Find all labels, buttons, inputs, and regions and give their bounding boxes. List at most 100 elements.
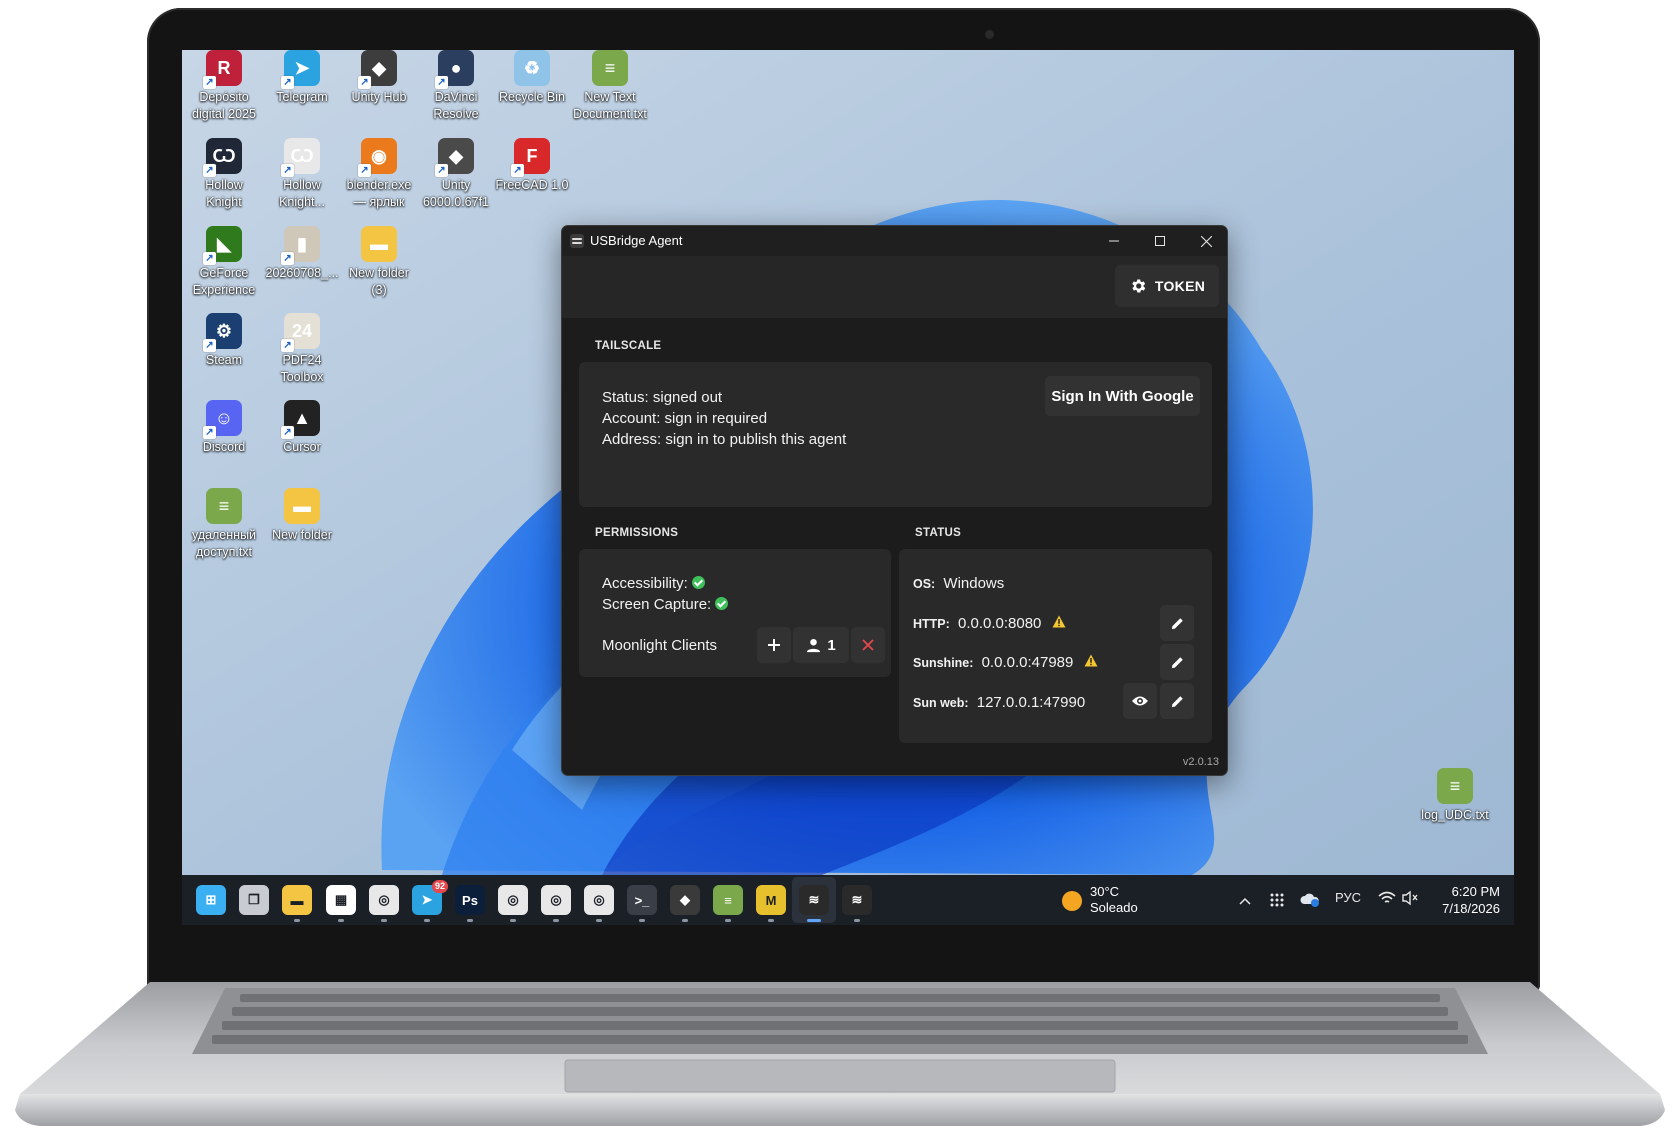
usbridge-icon[interactable]: ≋ <box>842 885 872 915</box>
clock-time: 6:20 PM <box>1451 884 1500 899</box>
warning-icon <box>1052 613 1066 634</box>
permissions-card: Accessibility: Screen Capture: Moonlight… <box>579 549 891 677</box>
desktop-icon[interactable]: ◉ ↗ blender.exe — ярлык <box>339 138 419 211</box>
desktop-icon[interactable]: Ѡ ↗ Hollow Knight <box>184 138 264 211</box>
chrome-icon[interactable]: ◎ <box>498 885 528 915</box>
clients-count-button[interactable]: 1 <box>793 627 849 663</box>
desktop-icon[interactable]: ➤ ↗ Telegram <box>262 50 342 106</box>
close-button[interactable] <box>1183 226 1227 256</box>
desktop-icon[interactable]: ▬ New folder <box>262 488 342 544</box>
desktop-icon[interactable]: ● ↗ DaVinci Resolve <box>416 50 496 123</box>
terminal-icon[interactable]: >_ <box>627 885 657 915</box>
windows-start-icon[interactable]: ⊞ <box>196 885 226 915</box>
edit-http-button[interactable] <box>1160 605 1194 641</box>
minimize-button[interactable] <box>1091 226 1137 256</box>
laptop-photo: R ↗ Depósito digital 2025 ➤ ↗ Telegram ◆ ↗ Unity… <box>0 0 1677 1136</box>
add-client-button[interactable] <box>757 627 791 663</box>
desktop-icon[interactable]: R ↗ Depósito digital 2025 <box>184 50 264 123</box>
clock[interactable]: 6:20 PM 7/18/2026 <box>1430 883 1500 917</box>
telegram-icon[interactable]: ➤ 92 <box>412 880 448 915</box>
status-heading: STATUS <box>915 527 962 539</box>
token-button[interactable]: TOKEN <box>1115 265 1219 307</box>
edit-sunshine-button[interactable] <box>1160 644 1194 680</box>
desktop-icon[interactable]: ◆ ↗ Unity Hub <box>339 50 419 106</box>
desktop-icon[interactable]: ♻ Recycle Bin <box>492 50 572 106</box>
chevron-up-icon[interactable] <box>1239 893 1251 905</box>
desktop-icon[interactable]: ≡ удаленный доступ.txt <box>184 488 264 561</box>
desktop-icon[interactable]: ⚙ ↗ Steam <box>184 313 264 369</box>
running-indicator <box>424 919 430 922</box>
desktop-icon-label: New folder (3) <box>349 266 409 297</box>
desktop-icon-label: log_UDC.txt <box>1421 808 1489 822</box>
check-circle-icon <box>715 597 729 610</box>
shortcut-arrow-icon: ↗ <box>281 252 294 265</box>
cursor-icon: ▲ ↗ <box>281 400 320 439</box>
weather-temp: 30°C <box>1090 884 1120 899</box>
unity-hub-icon: ◆ ↗ <box>358 50 397 89</box>
desktop-icon-label: Unity Hub <box>351 90 407 104</box>
task-view-icon[interactable]: ❐ <box>239 885 269 915</box>
sunweb-label: Sun web: <box>913 696 969 710</box>
desktop-icon[interactable]: ◆ ↗ Unity 6000.0.67f1 <box>416 138 496 211</box>
token-button-label: TOKEN <box>1154 278 1206 294</box>
edit-sunweb-button[interactable] <box>1160 683 1194 719</box>
mojito-icon[interactable]: M <box>756 885 786 915</box>
sign-in-google-button[interactable]: Sign In With Google <box>1045 376 1200 416</box>
desktop-icon[interactable]: ▬ New folder (3) <box>339 226 419 299</box>
pdf24-icon: 24 ↗ <box>281 313 320 352</box>
shortcut-arrow-icon: ↗ <box>281 76 294 89</box>
running-indicator <box>510 919 516 922</box>
clients-count: 1 <box>827 636 836 654</box>
shortcut-arrow-icon: ↗ <box>511 164 524 177</box>
sunshine-label: Sunshine: <box>913 656 974 670</box>
desktop-icon[interactable]: Ѡ ↗ Hollow Knight... <box>262 138 342 211</box>
telegram-icon: ➤ ↗ <box>281 50 320 89</box>
running-indicator <box>467 919 473 922</box>
usbridge-icon[interactable]: ≋ <box>799 885 829 915</box>
view-sunweb-button[interactable] <box>1123 683 1157 719</box>
microsoft-store-icon[interactable]: ▦ <box>326 885 356 915</box>
desktop-icon-label: GeForce Experience <box>192 266 256 297</box>
chrome-icon[interactable]: ◎ <box>584 885 614 915</box>
title-bar[interactable]: USBridge Agent <box>562 226 1227 256</box>
desktop-icon[interactable]: ≡ New Text Document.txt <box>570 50 650 123</box>
wifi-icon[interactable] <box>1378 890 1396 906</box>
desktop-icon[interactable]: ≡ log_UDC.txt <box>1415 768 1495 824</box>
desktop-icon-label: Depósito digital 2025 <box>192 90 256 121</box>
chrome-icon[interactable]: ◎ <box>541 885 571 915</box>
desktop-icon[interactable]: 24 ↗ PDF24 Toolbox <box>262 313 342 386</box>
deposito-icon: R ↗ <box>203 50 242 89</box>
chrome-icon[interactable]: ◎ <box>369 885 399 915</box>
desktop-icon[interactable]: ◣ ↗ GeForce Experience <box>184 226 264 299</box>
desktop-icon[interactable]: ▮ ↗ 20260708_... <box>262 226 342 282</box>
shortcut-arrow-icon: ↗ <box>203 252 216 265</box>
clock-date: 7/18/2026 <box>1442 901 1500 916</box>
weather-widget[interactable]: 30°C Soleado <box>1062 883 1172 917</box>
desktop-icon-label: Telegram <box>276 90 328 104</box>
desktop-icon[interactable]: ☺ ↗ Discord <box>184 400 264 456</box>
onedrive-icon[interactable] <box>1300 891 1320 907</box>
running-indicator <box>596 919 602 922</box>
file-explorer-icon[interactable]: ▬ <box>282 885 312 915</box>
user-icon <box>806 638 821 653</box>
accessibility-row: Accessibility: <box>602 573 705 594</box>
desktop-icon-label: FreeCAD 1.0 <box>495 178 569 192</box>
folder-icon: ▬ <box>284 488 320 524</box>
volume-muted-icon[interactable] <box>1401 890 1419 906</box>
desktop-icon-label: New folder <box>272 528 332 542</box>
pencil-icon <box>1170 655 1185 670</box>
shortcut-arrow-icon: ↗ <box>358 76 371 89</box>
remove-clients-button[interactable] <box>851 627 885 663</box>
unity-icon[interactable]: ◆ <box>670 885 700 915</box>
desktop-icon[interactable]: ▲ ↗ Cursor <box>262 400 342 456</box>
geforce-icon: ◣ ↗ <box>203 226 242 265</box>
apps-grid-icon[interactable] <box>1270 892 1284 907</box>
maximize-button[interactable] <box>1137 226 1183 256</box>
shortcut-arrow-icon: ↗ <box>435 164 448 177</box>
screen-capture-label: Screen Capture: <box>602 596 712 613</box>
notepad-icon[interactable]: ≡ <box>713 885 743 915</box>
language-indicator[interactable]: РУС <box>1335 890 1361 905</box>
desktop-icon[interactable]: F ↗ FreeCAD 1.0 <box>492 138 572 194</box>
photoshop-icon[interactable]: Ps <box>455 885 485 915</box>
tailscale-account: Account: sign in required <box>602 410 768 427</box>
